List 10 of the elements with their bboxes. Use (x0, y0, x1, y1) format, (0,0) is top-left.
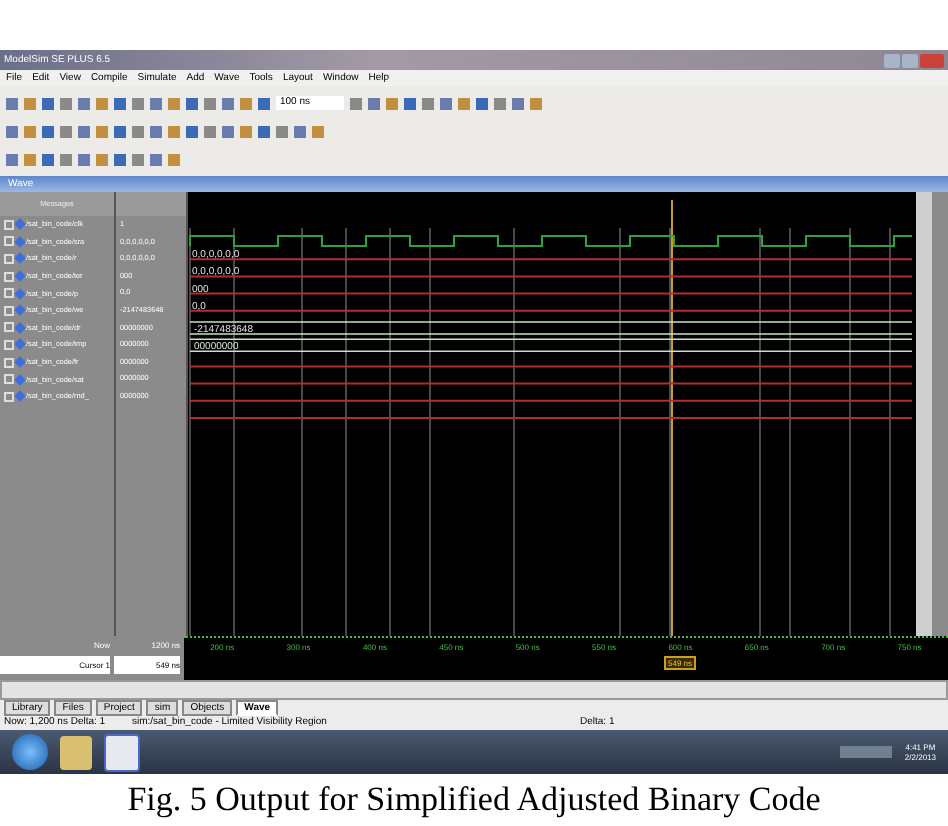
horizontal-scrollbar[interactable] (0, 680, 948, 700)
start-button[interactable] (12, 734, 48, 770)
close-icon[interactable] (920, 53, 944, 67)
vertical-scrollbar[interactable] (916, 192, 932, 636)
app-taskbar-button[interactable] (104, 733, 140, 771)
minimize-icon[interactable] (884, 53, 900, 67)
folder-icon[interactable] (60, 735, 92, 769)
figure-caption: Fig. 5 Output for Simplified Adjusted Binary Code (125, 778, 823, 822)
value-header (116, 192, 186, 216)
maximize-icon[interactable] (902, 53, 918, 67)
